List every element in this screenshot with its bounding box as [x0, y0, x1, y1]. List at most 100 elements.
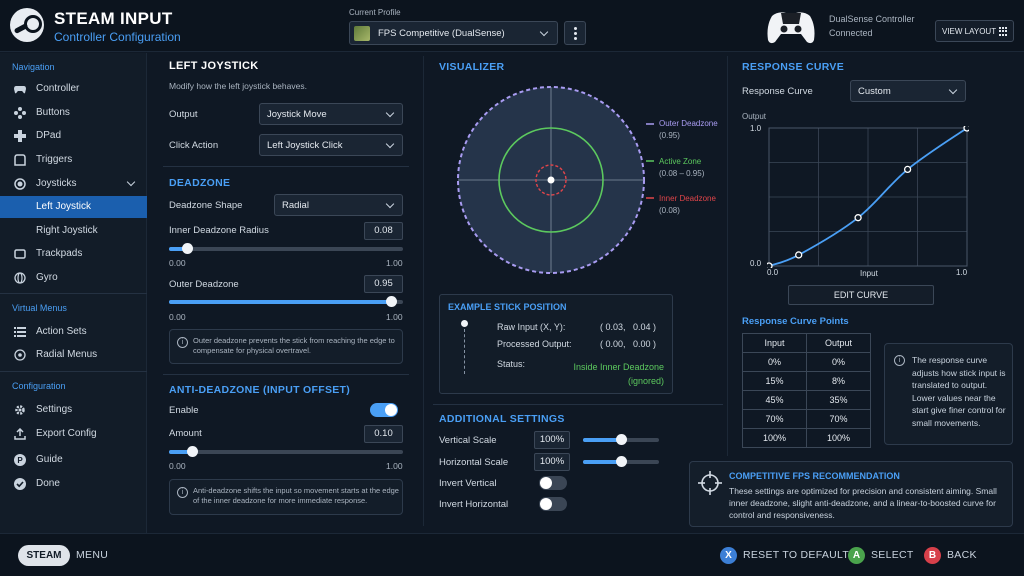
profile-select[interactable]: FPS Competitive (DualSense) [349, 21, 558, 45]
invert-horizontal-label: Invert Horizontal [439, 499, 509, 510]
sidebar-item-buttons[interactable]: Buttons [0, 102, 147, 124]
response-curve-select[interactable]: Custom [850, 80, 966, 102]
slider-thumb[interactable] [182, 243, 194, 254]
chevron-down-icon [126, 177, 136, 187]
click-action-select[interactable]: Left Joystick Click [259, 134, 403, 156]
deadzone-shape-select[interactable]: Radial [274, 194, 403, 216]
amount-slider[interactable] [169, 446, 403, 457]
edit-curve-button[interactable]: EDIT CURVE [788, 285, 934, 305]
nav-heading: Navigation [12, 62, 55, 72]
click-action-label: Click Action [169, 140, 219, 151]
left-joystick-description: Modify how the left joystick behaves. [169, 81, 307, 91]
outer-deadzone-legend-value: (0.95) [659, 131, 680, 140]
sidebar-item-dpad[interactable]: DPad [0, 125, 147, 147]
curve-control-point[interactable] [795, 251, 803, 259]
curve-control-point[interactable] [963, 126, 969, 132]
profile-menu-button[interactable] [564, 21, 586, 45]
column-separator [727, 56, 728, 456]
steam-button[interactable]: STEAM [18, 545, 70, 566]
a-button-icon: A [848, 547, 865, 564]
virtual-menus-heading: Virtual Menus [12, 303, 67, 313]
inner-deadzone-slider[interactable] [169, 243, 403, 254]
curve-control-point[interactable] [854, 214, 862, 222]
table-header-row: Input Output [742, 333, 871, 353]
curve-y-axis-label: Output [742, 112, 767, 121]
sidebar-item-right-joystick[interactable]: Right Joystick [0, 220, 147, 242]
slider-thumb[interactable] [186, 446, 198, 457]
trackpad-icon [14, 249, 26, 259]
stick-position-dot [547, 176, 555, 184]
cell-output: 35% [806, 390, 871, 410]
sidebar-item-action-sets[interactable]: Action Sets [0, 321, 147, 343]
select-button[interactable]: SELECT [871, 549, 914, 561]
sidebar-item-guide[interactable]: P Guide [0, 449, 147, 471]
section-divider [163, 166, 409, 167]
sidebar-item-left-joystick[interactable]: Left Joystick [0, 196, 147, 218]
slider-thumb[interactable] [615, 434, 627, 445]
outer-deadzone-value[interactable]: 0.95 [364, 275, 403, 293]
list-icon [14, 327, 26, 337]
sidebar: Navigation Controller Buttons DPad Trigg… [0, 53, 147, 533]
sidebar-item-joysticks[interactable]: Joysticks [0, 173, 147, 195]
sidebar-item-export-config[interactable]: Export Config [0, 423, 147, 445]
gear-icon [15, 405, 25, 415]
cell-input: 70% [742, 409, 807, 429]
configuration-heading: Configuration [12, 381, 66, 391]
chevron-down-icon [385, 139, 395, 149]
status-subtext: (ignored) [627, 376, 664, 386]
outer-deadzone-slider[interactable] [169, 296, 403, 307]
guide-icon: P [14, 454, 26, 466]
horizontal-scale-slider[interactable] [583, 456, 659, 467]
top-bar: STEAM INPUT Controller Configuration Cur… [0, 0, 1024, 52]
horizontal-scale-value[interactable]: 100% [534, 453, 570, 471]
trigger-icon [14, 154, 26, 166]
response-curve-chart[interactable] [767, 126, 969, 268]
additional-settings-title: ADDITIONAL SETTINGS [439, 413, 565, 425]
horizontal-scale-label: Horizontal Scale [439, 457, 509, 468]
curve-x-axis-label: Input [860, 269, 878, 278]
reset-to-default-button[interactable]: RESET TO DEFAULT [743, 549, 849, 561]
sidebar-item-gyro[interactable]: Gyro [0, 267, 147, 289]
example-stick-card: EXAMPLE STICK POSITION Raw Input (X, Y):… [439, 294, 673, 394]
invert-vertical-toggle[interactable] [539, 476, 567, 490]
recommendation-text: These settings are optimized for precisi… [729, 486, 997, 520]
legend-markers [646, 123, 654, 199]
output-select[interactable]: Joystick Move [259, 103, 403, 125]
slider-thumb[interactable] [615, 456, 627, 467]
vertical-scale-slider[interactable] [583, 434, 659, 445]
slider-max-label: 1.00 [386, 461, 403, 471]
inner-deadzone-label: Inner Deadzone Radius [169, 225, 269, 236]
table-row: 45% 35% [742, 390, 871, 410]
toggle-knob [540, 477, 552, 489]
vertical-scale-value[interactable]: 100% [534, 431, 570, 449]
chevron-down-icon [385, 108, 395, 118]
anti-deadzone-toggle[interactable] [370, 403, 398, 417]
inner-deadzone-value[interactable]: 0.08 [364, 222, 403, 240]
profile-thumbnail-icon [354, 26, 370, 41]
app-title: STEAM INPUT [54, 9, 173, 28]
amount-value[interactable]: 0.10 [364, 425, 403, 443]
outer-deadzone-label: Outer Deadzone [169, 279, 239, 290]
sidebar-item-controller[interactable]: Controller [0, 78, 147, 100]
info-text: The response curve adjusts how stick inp… [912, 355, 1006, 428]
view-layout-button[interactable]: VIEW LAYOUT [935, 20, 1014, 42]
slider-thumb[interactable] [385, 296, 397, 307]
invert-horizontal-toggle[interactable] [539, 497, 567, 511]
slider-min-label: 0.00 [169, 258, 186, 268]
back-button[interactable]: BACK [947, 549, 977, 561]
curve-control-point[interactable] [767, 262, 773, 268]
slider-max-label: 1.00 [386, 258, 403, 268]
response-curve-info: i The response curve adjusts how stick i… [884, 343, 1013, 445]
left-joystick-title: LEFT JOYSTICK [169, 60, 259, 72]
sidebar-item-settings[interactable]: Settings [0, 399, 147, 421]
toggle-knob [385, 404, 397, 416]
sidebar-item-done[interactable]: Done [0, 473, 147, 495]
sidebar-item-triggers[interactable]: Triggers [0, 149, 147, 171]
curve-control-point[interactable] [903, 165, 912, 174]
sidebar-item-radial-menus[interactable]: Radial Menus [0, 344, 147, 366]
recommendation-title: COMPETITIVE FPS RECOMMENDATION [729, 471, 900, 481]
sidebar-item-trackpads[interactable]: Trackpads [0, 243, 147, 265]
check-icon [14, 478, 26, 490]
slider-min-label: 0.00 [169, 461, 186, 471]
toggle-knob [540, 498, 552, 510]
